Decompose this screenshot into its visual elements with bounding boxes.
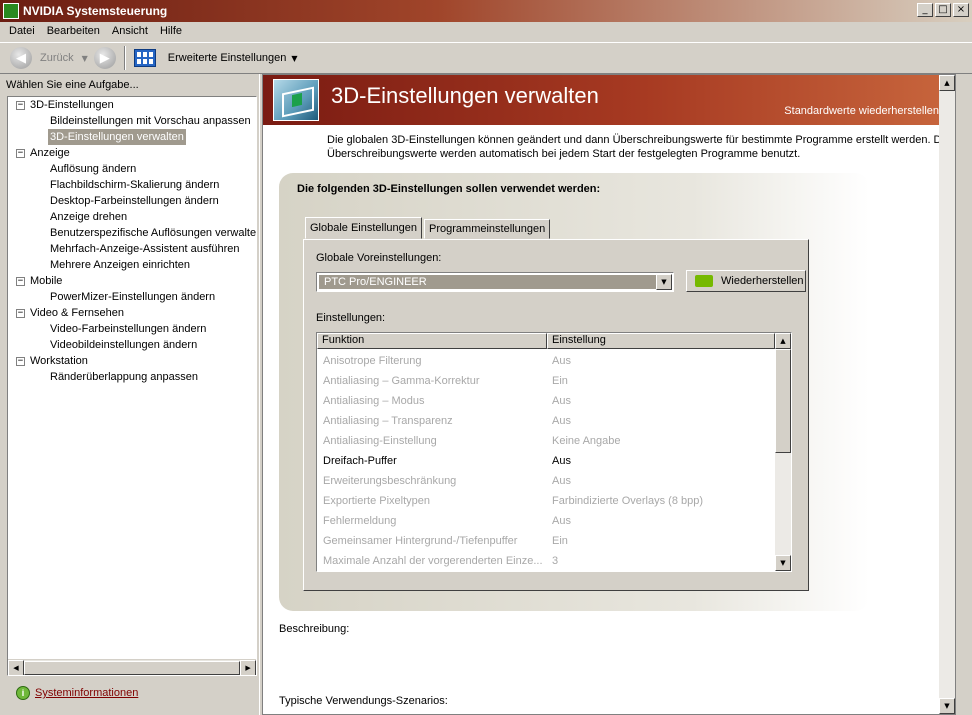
menu-bar: Datei Bearbeiten Ansicht Hilfe (0, 22, 972, 40)
page-banner: 3D-Einstellungen verwalten Standardwerte… (263, 75, 955, 125)
tree-item-aufloesungen-verwalten[interactable]: Benutzerspezifische Auflösungen verwalte… (48, 225, 256, 241)
advanced-dropdown-icon[interactable]: ▼ (291, 54, 297, 63)
tree-horizontal-scrollbar[interactable]: ◀ ▶ (8, 659, 256, 675)
settings-list: Funktion Einstellung Anisotrope Filterun… (316, 332, 792, 572)
title-bar: NVIDIA Systemsteuerung _ □ × (0, 0, 972, 22)
preset-label: Globale Voreinstellungen: (316, 252, 442, 264)
list-item[interactable]: Exportierte Pixeltypen Farbindizierte Ove… (317, 491, 775, 511)
back-arrow-icon[interactable]: ◀ (10, 47, 32, 69)
content-pane: 3D-Einstellungen verwalten Standardwerte… (262, 74, 956, 715)
tree-item-mehrfach-anzeige[interactable]: Mehrfach-Anzeige-Assistent ausführen (48, 241, 242, 257)
scroll-up-icon[interactable]: ▲ (939, 75, 955, 91)
list-item[interactable]: Gemeinsamer Hintergrund-/Tiefenpuffer Ein (317, 531, 775, 551)
collapse-icon[interactable]: − (16, 100, 25, 110)
nvidia-app-icon (3, 3, 19, 19)
back-button-label[interactable]: Zurück (40, 52, 74, 64)
list-item[interactable]: Erweiterungsbeschränkung Aus (317, 471, 775, 491)
menu-ansicht[interactable]: Ansicht (106, 25, 154, 37)
list-item[interactable]: Antialiasing – Modus Aus (317, 391, 775, 411)
tree-item-desktop-farbe[interactable]: Desktop-Farbeinstellungen ändern (48, 193, 221, 209)
column-einstellung[interactable]: Einstellung (547, 333, 775, 349)
maximize-button[interactable]: □ (935, 3, 951, 17)
tree-category-anzeige[interactable]: − Anzeige (16, 145, 70, 161)
toolbar: ◀ Zurück ▼ ▶ Erweiterte Einstellungen ▼ (0, 42, 972, 74)
restore-defaults-link[interactable]: Standardwerte wiederherstellen (784, 105, 939, 117)
list-item[interactable]: Dreifach-Puffer Aus (317, 451, 775, 471)
scroll-thumb[interactable] (775, 349, 791, 453)
collapse-icon[interactable]: − (16, 276, 25, 286)
tree-item-3d-verwalten[interactable]: 3D-Einstellungen verwalten (48, 129, 186, 145)
advanced-settings-button[interactable]: Erweiterte Einstellungen (168, 52, 287, 64)
list-header: Funktion Einstellung (317, 333, 775, 349)
task-header: Wählen Sie eine Aufgabe... (6, 79, 139, 91)
tab-program-settings[interactable]: Programmeinstellungen (424, 219, 551, 239)
list-item[interactable]: Fehlermeldung Aus (317, 511, 775, 531)
preset-select[interactable]: PTC Pro/ENGINEER ▼ (316, 272, 674, 292)
tree-category-workstation[interactable]: − Workstation (16, 353, 88, 369)
tree-item-mehrere-anzeigen[interactable]: Mehrere Anzeigen einrichten (48, 257, 192, 273)
menu-bearbeiten[interactable]: Bearbeiten (41, 25, 106, 37)
system-info-link[interactable]: Systeminformationen (35, 687, 138, 699)
list-vertical-scrollbar[interactable]: ▲ ▼ (775, 333, 791, 571)
restore-button-label: Wiederherstellen (721, 275, 804, 287)
list-item[interactable]: Maximale Anzahl der vorgerenderten Einze… (317, 551, 775, 571)
tree-item-flachbildschirm[interactable]: Flachbildschirm-Skalierung ändern (48, 177, 221, 193)
scroll-right-icon[interactable]: ▶ (240, 660, 256, 675)
scroll-up-icon[interactable]: ▲ (775, 333, 791, 349)
tree-item-aufloesung[interactable]: Auflösung ändern (48, 161, 138, 177)
minimize-button[interactable]: _ (917, 3, 933, 17)
column-funktion[interactable]: Funktion (317, 333, 547, 349)
preset-value[interactable]: PTC Pro/ENGINEER (319, 275, 657, 289)
content-vertical-scrollbar[interactable]: ▲ ▼ (939, 75, 955, 714)
tree-category-3d[interactable]: −3D-Einstellungen (16, 97, 114, 113)
list-rows: Anisotrope Filterung Aus Antialiasing – G… (317, 351, 775, 571)
forward-arrow-icon[interactable]: ▶ (93, 47, 116, 69)
list-item[interactable]: Anisotrope Filterung Aus (317, 351, 775, 371)
toolbar-separator (123, 46, 126, 70)
menu-datei[interactable]: Datei (3, 25, 41, 37)
settings-tabs: Globale Einstellungen Programmeinstellun… (305, 217, 552, 239)
tree-item-videobild[interactable]: Videobildeinstellungen ändern (48, 337, 199, 353)
page-description: Die globalen 3D-Einstellungen können geä… (327, 134, 951, 160)
tree-item-raender[interactable]: Ränderüberlappung anpassen (48, 369, 200, 385)
tree-item-video-farbe[interactable]: Video-Farbeinstellungen ändern (48, 321, 208, 337)
task-tree: −3D-Einstellungen Bildeinstellungen mit … (7, 96, 257, 676)
system-info: i Systeminformationen (16, 686, 138, 700)
collapse-icon[interactable]: − (16, 148, 25, 158)
tab-body: Globale Voreinstellungen: PTC Pro/ENGINE… (303, 239, 809, 591)
list-item[interactable]: Antialiasing – Gamma-Korrektur Ein (317, 371, 775, 391)
page-title: 3D-Einstellungen verwalten (331, 83, 599, 108)
scroll-thumb[interactable] (23, 661, 241, 675)
tree-item-anzeige-drehen[interactable]: Anzeige drehen (48, 209, 129, 225)
info-icon: i (16, 686, 30, 700)
scroll-down-icon[interactable]: ▼ (775, 555, 791, 571)
window-title: NVIDIA Systemsteuerung (23, 4, 168, 18)
tree-item-powermizer[interactable]: PowerMizer-Einstellungen ändern (48, 289, 217, 305)
back-dropdown-icon[interactable]: ▼ (82, 54, 88, 63)
scroll-down-icon[interactable]: ▼ (939, 698, 955, 714)
nvidia-logo-icon (695, 275, 713, 287)
description-label: Beschreibung: (279, 623, 350, 635)
tab-global-settings[interactable]: Globale Einstellungen (305, 217, 423, 239)
scroll-left-icon[interactable]: ◀ (8, 660, 24, 675)
settings-panel: Die folgenden 3D-Einstellungen sollen ve… (279, 173, 869, 611)
chevron-down-icon[interactable]: ▼ (656, 274, 672, 290)
3d-settings-icon (273, 79, 319, 121)
panel-title: Die folgenden 3D-Einstellungen sollen ve… (297, 183, 601, 195)
collapse-icon[interactable]: − (16, 308, 25, 318)
scenarios-label: Typische Verwendungs-Szenarios: (279, 695, 448, 707)
close-button[interactable]: × (953, 3, 969, 17)
collapse-icon[interactable]: − (16, 356, 25, 366)
restore-button[interactable]: Wiederherstellen (686, 270, 806, 292)
list-item[interactable]: Antialiasing – Transparenz Aus (317, 411, 775, 431)
menu-hilfe[interactable]: Hilfe (154, 25, 188, 37)
tree-category-mobile[interactable]: − Mobile (16, 273, 62, 289)
advanced-settings-icon[interactable] (133, 49, 156, 67)
tree-item-bildeinstellungen[interactable]: Bildeinstellungen mit Vorschau anpassen (48, 113, 253, 129)
list-item[interactable]: Antialiasing-Einstellung Keine Angabe (317, 431, 775, 451)
tree-category-video[interactable]: − Video & Fernsehen (16, 305, 124, 321)
settings-label: Einstellungen: (316, 312, 386, 324)
